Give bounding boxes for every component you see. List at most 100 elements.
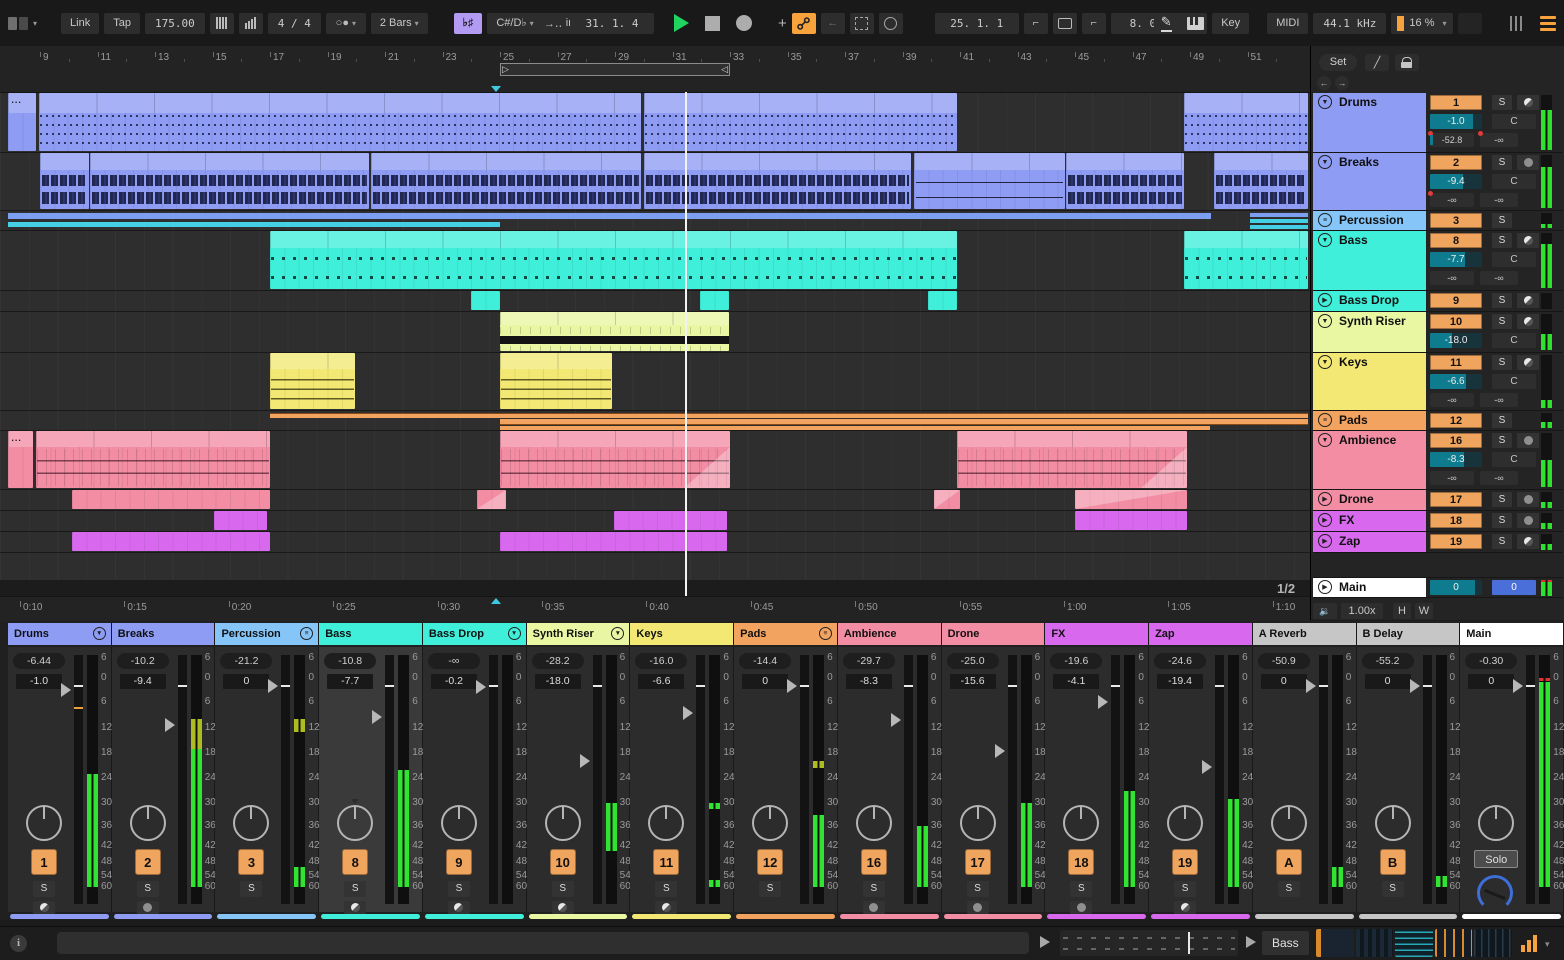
unfold-icon[interactable]: ▶ xyxy=(1318,580,1332,594)
arm-number-button[interactable]: A xyxy=(1275,849,1302,875)
arm-button[interactable] xyxy=(966,901,989,914)
link-button[interactable]: Link xyxy=(61,12,100,34)
arm-number-button[interactable]: 3 xyxy=(1430,213,1482,228)
arm-number-button[interactable]: 9 xyxy=(445,849,472,875)
mixer-strip-drone[interactable]: -25.0 -15.6 6 0 6 12 18 24 30 36 42 48 54 60 17 S xyxy=(941,647,1046,914)
mixer-strip-b-delay[interactable]: -55.2 0 6 0 6 12 18 24 30 36 42 48 54 60 B S xyxy=(1356,647,1461,912)
key-signature-button[interactable]: ♭♯ xyxy=(453,12,483,34)
mixer-strip-pads[interactable]: -14.4 0 6 0 6 12 18 24 30 36 42 48 54 60 12 S xyxy=(734,647,838,912)
clip-bass-drop[interactable] xyxy=(699,291,729,310)
pan-knob[interactable] xyxy=(1063,799,1100,841)
device-thumbnail[interactable] xyxy=(1474,929,1512,957)
pan-knob[interactable] xyxy=(337,799,374,841)
track-header-pads[interactable]: ≡ Pads 12 S xyxy=(1313,411,1563,431)
group-icon[interactable]: ≡ xyxy=(1318,213,1332,227)
clip-drone[interactable] xyxy=(477,490,506,509)
midi-arrangement-overdub-icon[interactable]: + xyxy=(778,15,787,32)
mixer-strip-synth-riser[interactable]: -28.2 -18.0 6 0 6 12 18 24 30 36 42 48 54 60 10 S xyxy=(526,647,631,914)
arm-number-button[interactable]: 18 xyxy=(1430,513,1482,528)
computer-midi-keyboard-icon[interactable] xyxy=(1183,12,1208,34)
volume-fader-handle[interactable] xyxy=(1409,679,1420,693)
track-color-box[interactable]: ▼ Breaks xyxy=(1313,153,1426,210)
peak-level-display[interactable]: -55.2 xyxy=(1361,653,1414,669)
send-b-field[interactable]: -∞ xyxy=(1480,271,1518,285)
arm-button[interactable] xyxy=(1517,314,1539,329)
peak-level-display[interactable]: -25.0 xyxy=(946,653,999,669)
insert-marker-top[interactable] xyxy=(491,86,502,92)
mixer-tab-breaks[interactable]: Breaks xyxy=(111,623,216,645)
track-color-box[interactable]: ≡ Pads xyxy=(1313,411,1426,430)
clip-bass-drop[interactable] xyxy=(471,291,500,310)
mixer-panels-toggle-icon[interactable] xyxy=(1509,15,1522,31)
clip-ambience[interactable] xyxy=(500,431,730,488)
send-b-field[interactable]: -∞ xyxy=(1480,193,1518,207)
main-volume-field[interactable]: 0 xyxy=(1430,580,1482,595)
clip-ambience[interactable] xyxy=(957,431,1188,488)
stop-button[interactable] xyxy=(705,15,720,31)
volume-fader-handle[interactable] xyxy=(1513,679,1524,693)
arm-number-button[interactable]: 8 xyxy=(342,849,369,875)
clip-drums[interactable] xyxy=(1184,93,1308,151)
arm-button[interactable] xyxy=(862,901,885,914)
pan-knob[interactable] xyxy=(129,799,166,841)
solo-button[interactable]: S xyxy=(1492,213,1512,228)
solo-button[interactable]: S xyxy=(447,881,470,897)
clip-drone[interactable] xyxy=(1075,490,1188,509)
solo-button[interactable]: S xyxy=(551,881,574,897)
send-a-field[interactable]: -∞ xyxy=(1430,271,1474,285)
fold-icon[interactable]: ▼ xyxy=(1318,233,1332,247)
peak-level-display[interactable]: -10.8 xyxy=(324,653,377,669)
link-track-icon[interactable]: ╱ xyxy=(1365,54,1389,71)
track-header-breaks[interactable]: ▼ Breaks 2 S -9.4 C -∞ -∞ xyxy=(1313,153,1563,211)
track-color-box[interactable]: ▶ Drone xyxy=(1313,490,1426,510)
volume-field[interactable]: 0 xyxy=(223,674,270,689)
info-icon[interactable]: i xyxy=(10,935,27,952)
pan-knob[interactable] xyxy=(1167,799,1204,841)
solo-button[interactable]: S xyxy=(1492,534,1512,549)
solo-button[interactable]: S xyxy=(966,881,989,897)
window-layout-icon[interactable]: ▾ xyxy=(8,16,37,30)
arm-button[interactable] xyxy=(344,901,367,914)
pads-lane-clip[interactable] xyxy=(270,413,1308,418)
volume-fader-track[interactable] xyxy=(1111,655,1121,904)
unfold-icon[interactable]: ▶ xyxy=(1318,513,1332,527)
mixer-tab-percussion[interactable]: Percussion ≡ xyxy=(215,623,320,645)
arm-number-button[interactable]: 2 xyxy=(1430,155,1482,170)
pan-knob[interactable] xyxy=(855,799,892,841)
fold-icon[interactable]: ▼ xyxy=(1318,314,1332,328)
beat-time-ruler[interactable]: 9 11 13 15 17 19 21 23 25 27 29 31 33 35 37 39 41 43 45 47 4… xyxy=(0,46,1310,93)
pan-knob[interactable] xyxy=(752,799,789,841)
fold-icon[interactable]: ▼ xyxy=(1318,95,1332,109)
zoom-height-button[interactable]: H xyxy=(1393,603,1411,619)
arm-button[interactable] xyxy=(1517,492,1539,507)
volume-field[interactable]: -4.1 xyxy=(1053,674,1100,689)
track-header-keys[interactable]: ▼ Keys 11 S -6.6 C -∞ -∞ xyxy=(1313,353,1563,411)
arm-number-button[interactable]: 17 xyxy=(964,849,991,875)
loop-end-handle[interactable]: ◁ xyxy=(721,64,728,75)
arm-number-button[interactable]: 16 xyxy=(1430,433,1482,448)
draw-mode-pencil-icon[interactable]: ✎ xyxy=(1154,12,1179,34)
mixer-strip-main[interactable]: -0.30 0 6 0 6 12 18 24 30 36 42 48 54 60 Solo xyxy=(1460,647,1564,912)
solo-button[interactable]: S xyxy=(1492,513,1512,528)
volume-fader-handle[interactable] xyxy=(61,683,71,697)
clip-keys[interactable] xyxy=(500,353,613,409)
unfold-icon[interactable]: ▶ xyxy=(1318,534,1332,548)
volume-fader-handle[interactable] xyxy=(475,679,486,694)
volume-fader-track[interactable] xyxy=(1215,655,1225,904)
track-header-main[interactable]: ▶ Main 0 0 xyxy=(1313,577,1563,598)
nudge-up-icon[interactable] xyxy=(238,12,263,34)
midi-map-button[interactable]: MIDI xyxy=(1267,12,1309,34)
clip-fx[interactable] xyxy=(1075,511,1188,530)
pan-knob[interactable] xyxy=(648,799,685,841)
clip-breaks[interactable] xyxy=(1066,153,1185,209)
clip-fx[interactable] xyxy=(613,511,728,530)
mixer-strip-ambience[interactable]: -29.7 -8.3 6 0 6 12 18 24 30 36 42 48 54 60 16 S xyxy=(837,647,942,914)
group-icon[interactable]: ≡ xyxy=(1318,413,1332,427)
track-color-box[interactable]: ▼ Synth Riser xyxy=(1313,312,1426,352)
track-color-box[interactable]: ▶ Bass Drop xyxy=(1313,291,1426,311)
arm-number-button[interactable]: 18 xyxy=(1068,849,1095,875)
volume-fader-track[interactable] xyxy=(281,655,291,904)
track-header-ambience[interactable]: ▼ Ambience 16 S -8.3 C -∞ -∞ xyxy=(1313,431,1563,490)
solo-button[interactable]: S xyxy=(1492,355,1512,370)
send-a-field[interactable]: -52.8 xyxy=(1428,131,1474,147)
